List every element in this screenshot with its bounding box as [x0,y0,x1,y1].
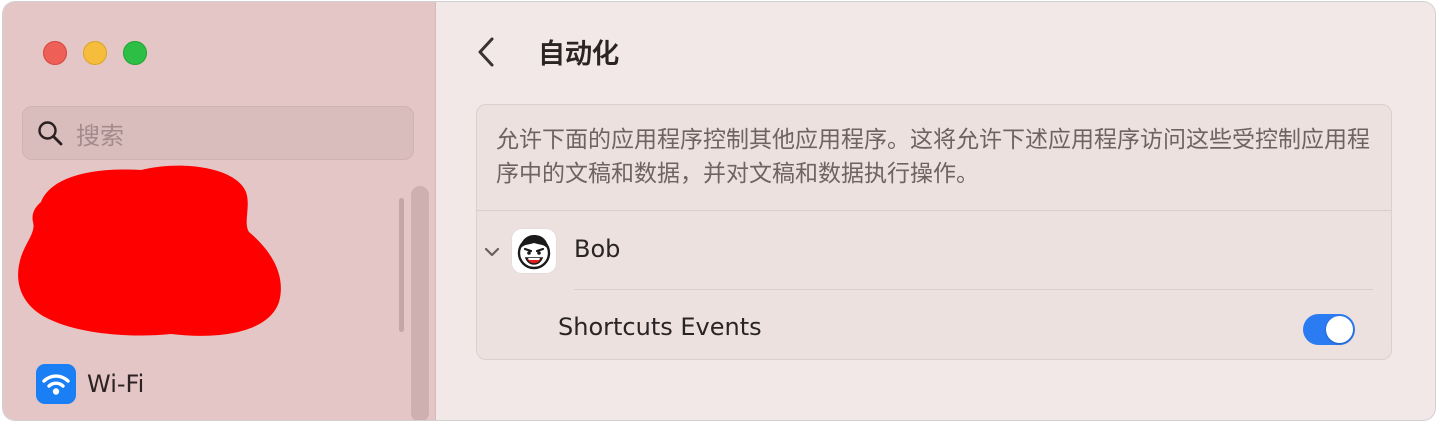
search-icon [34,117,66,149]
zoom-window-button[interactable] [123,41,147,65]
sidebar-item-label: Wi-Fi [87,370,145,398]
main-pane: 自动化 允许下面的应用程序控制其他应用程序。这将允许下述应用程序访问这些受控制应… [436,2,1435,420]
sidebar: 搜索 Wi-Fi [3,2,436,420]
close-window-button[interactable] [43,41,67,65]
bob-app-icon [512,229,556,273]
back-button[interactable] [472,34,500,70]
wifi-icon [36,364,76,404]
divider [477,210,1391,211]
sidebar-scroll-thumb[interactable] [399,198,404,332]
app-row-bob[interactable]: Bob [477,225,1391,281]
app-name: Bob [574,235,621,263]
chevron-down-icon[interactable] [483,243,501,261]
toggle-knob [1326,316,1353,343]
sidebar-item-wifi[interactable]: Wi-Fi [36,362,144,406]
chevron-left-icon [478,37,494,67]
settings-window: 搜索 Wi-Fi 自动化 允许下面的应用程序控制其他应用程序。这将允许下述应用程… [3,2,1435,420]
shortcuts-events-toggle[interactable] [1303,314,1355,345]
divider [574,289,1373,290]
search-placeholder: 搜索 [76,121,124,150]
sidebar-scrollbar[interactable] [411,186,429,420]
permission-label: Shortcuts Events [558,313,762,341]
page-title: 自动化 [538,39,619,70]
minimize-window-button[interactable] [83,41,107,65]
redacted-account-area [18,165,281,336]
automation-panel: 允许下面的应用程序控制其他应用程序。这将允许下述应用程序访问这些受控制应用程序中… [476,104,1392,360]
panel-description: 允许下面的应用程序控制其他应用程序。这将允许下述应用程序访问这些受控制应用程序中… [496,127,1370,187]
search-field[interactable]: 搜索 [22,106,414,160]
